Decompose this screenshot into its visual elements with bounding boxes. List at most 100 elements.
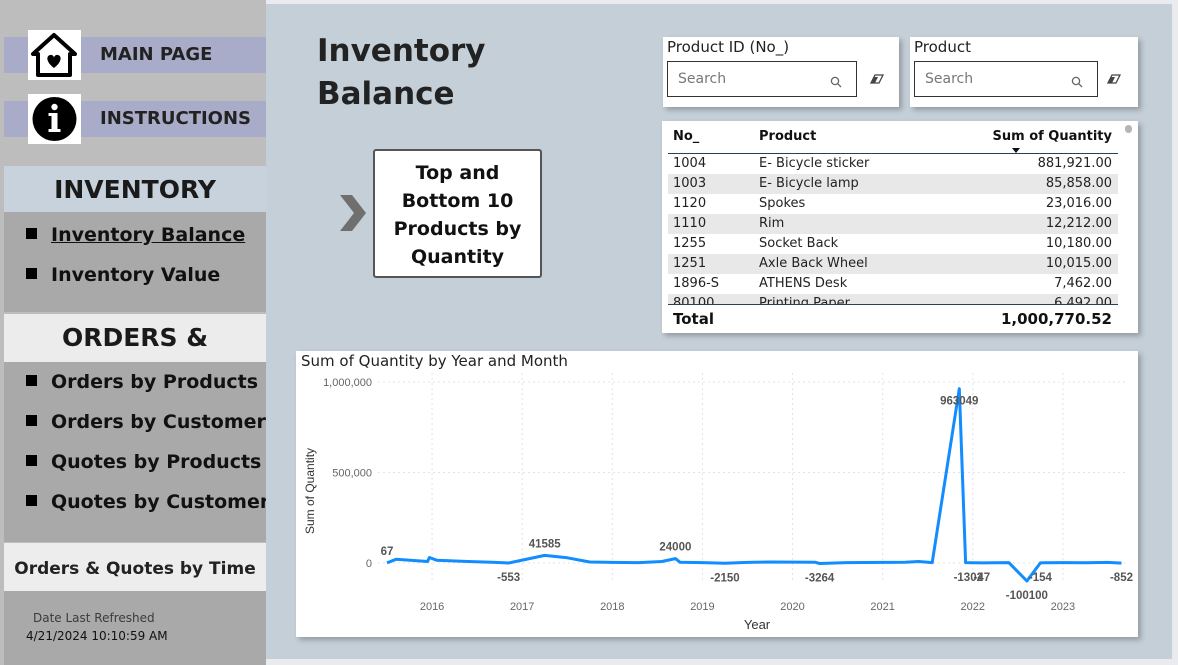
cell-no: 1110: [673, 216, 707, 231]
bullet-square-icon: [26, 415, 37, 426]
column-header-no[interactable]: No_: [673, 129, 699, 144]
table-total-row: Total 1,000,770.52: [668, 304, 1118, 333]
y-axis-title: Sum of Quantity: [303, 448, 317, 534]
y-tick-label: 500,000: [332, 467, 372, 479]
refresh-info: Date Last Refreshed 4/21/2024 10:10:59 A…: [4, 591, 266, 665]
bullet-square-icon: [26, 495, 37, 506]
x-tick-label: 2016: [420, 601, 444, 613]
search-placeholder: Search: [925, 71, 974, 87]
quantity-by-year-chart: Sum of Quantity by Year and Month 0 500,0…: [296, 351, 1138, 637]
y-tick-label: 0: [366, 558, 372, 570]
data-label: 41585: [529, 538, 562, 550]
y-tick-label: 1,000,000: [323, 377, 372, 389]
home-icon[interactable]: [28, 30, 81, 80]
cell-quantity: 10,015.00: [1045, 256, 1112, 271]
x-tick-label: 2019: [690, 601, 714, 613]
cell-product: E- Bicycle sticker: [759, 156, 870, 171]
table-row[interactable]: 1255 Socket Back 10,180.00: [668, 234, 1118, 254]
menu-quotes-by-products[interactable]: Quotes by Products: [26, 451, 261, 473]
column-header-sum-quantity[interactable]: Sum of Quantity: [993, 129, 1113, 144]
menu-quotes-by-customers[interactable]: Quotes by Customers: [26, 491, 281, 513]
inventory-header-label: INVENTORY: [54, 175, 216, 204]
menu-label: Quotes by Products: [51, 451, 262, 473]
x-tick-label: 2023: [1051, 601, 1075, 613]
callout-line: Top and: [415, 162, 500, 184]
menu-inventory-value[interactable]: Inventory Value: [26, 264, 220, 286]
refresh-label: Date Last Refreshed: [33, 611, 155, 625]
bullet-square-icon: [26, 375, 37, 386]
table-row[interactable]: 1120 Spokes 23,016.00: [668, 194, 1118, 214]
bullet-square-icon: [26, 268, 37, 279]
table-row[interactable]: 1004 E- Bicycle sticker 881,921.00: [668, 154, 1118, 174]
bullet-square-icon: [26, 228, 37, 239]
cell-product: Axle Back Wheel: [759, 256, 868, 271]
series-line: [386, 387, 1122, 583]
menu-orders-by-products[interactable]: Orders by Products: [26, 371, 258, 393]
callout-line: Quantity: [410, 246, 505, 268]
report-canvas: MAIN PAGE INSTRUCTIONS INVENTORY Invento…: [0, 0, 1178, 665]
search-icon: [830, 73, 842, 92]
cell-no: 1004: [673, 156, 707, 171]
data-label: -3264: [805, 573, 835, 585]
page-title: Inventory Balance: [317, 30, 517, 116]
cell-quantity: 85,858.00: [1045, 176, 1112, 191]
inventory-section-header: INVENTORY: [4, 166, 266, 212]
data-label: -47: [973, 572, 990, 584]
menu-label: Inventory Balance: [51, 224, 246, 246]
top-bottom-10-button[interactable]: Top and Bottom 10 Products by Quantity: [373, 149, 542, 278]
orders-quotes-by-time-button[interactable]: Orders & Quotes by Time: [4, 543, 266, 591]
eraser-icon[interactable]: [1106, 71, 1122, 90]
menu-label: Inventory Value: [51, 264, 221, 286]
cell-no: 1896-S: [673, 276, 720, 291]
cell-quantity: 23,016.00: [1045, 196, 1112, 211]
x-tick-label: 2021: [870, 601, 894, 613]
page-title-line1: Inventory: [317, 33, 486, 69]
data-label: -100100: [1006, 590, 1048, 602]
cell-product: Socket Back: [759, 236, 839, 251]
cell-no: 1003: [673, 176, 707, 191]
cell-product: ATHENS Desk: [759, 276, 848, 291]
time-button-label: Orders & Quotes by Time: [14, 559, 256, 579]
cell-product: Rim: [759, 216, 785, 231]
column-header-product[interactable]: Product: [759, 129, 816, 144]
page-title-line2: Balance: [317, 76, 455, 112]
table-row[interactable]: 1003 E- Bicycle lamp 85,858.00: [668, 174, 1118, 194]
cell-no: 1120: [673, 196, 707, 211]
menu-orders-by-customers[interactable]: Orders by Customers: [26, 411, 277, 433]
table-scrollbar[interactable]: [1125, 125, 1132, 133]
table-row[interactable]: 1251 Axle Back Wheel 10,015.00: [668, 254, 1118, 274]
info-icon[interactable]: [28, 94, 81, 144]
menu-label: Quotes by Customers: [51, 491, 281, 513]
product-slicer: Product Search: [910, 37, 1138, 107]
menu-inventory-balance[interactable]: Inventory Balance: [26, 224, 245, 246]
cell-quantity: 10,180.00: [1045, 236, 1112, 251]
cell-quantity: 881,921.00: [1037, 156, 1112, 171]
x-tick-label: 2020: [780, 601, 804, 613]
orders-section-header: ORDERS & QUOTES: [4, 314, 266, 400]
table-row[interactable]: 1896-S ATHENS Desk 7,462.00: [668, 274, 1118, 294]
data-label: -2150: [710, 572, 739, 584]
product-id-search-input[interactable]: Search: [667, 61, 857, 97]
cell-no: 1255: [673, 236, 707, 251]
x-tick-label: 2022: [961, 601, 985, 613]
search-placeholder: Search: [678, 71, 727, 87]
x-tick-label: 2017: [510, 601, 534, 613]
data-label: -852: [1110, 572, 1133, 584]
product-search-input[interactable]: Search: [914, 61, 1098, 97]
total-value: 1,000,770.52: [1000, 310, 1112, 328]
menu-label: Orders by Products: [51, 371, 259, 393]
main-page-label: MAIN PAGE: [100, 44, 213, 65]
menu-label: Orders by Customers: [51, 411, 278, 433]
eraser-icon[interactable]: [869, 71, 885, 90]
data-label: 67: [381, 546, 394, 558]
cell-product: E- Bicycle lamp: [759, 176, 859, 191]
refresh-value: 4/21/2024 10:10:59 AM: [26, 629, 168, 643]
x-axis-title: Year: [744, 617, 771, 632]
cell-quantity: 12,212.00: [1045, 216, 1112, 231]
data-label: 24000: [659, 542, 691, 554]
instructions-label: INSTRUCTIONS: [100, 108, 251, 129]
data-label: 963049: [940, 396, 978, 408]
cell-product: Spokes: [759, 196, 806, 211]
search-icon: [1071, 73, 1083, 92]
table-row[interactable]: 1110 Rim 12,212.00: [668, 214, 1118, 234]
